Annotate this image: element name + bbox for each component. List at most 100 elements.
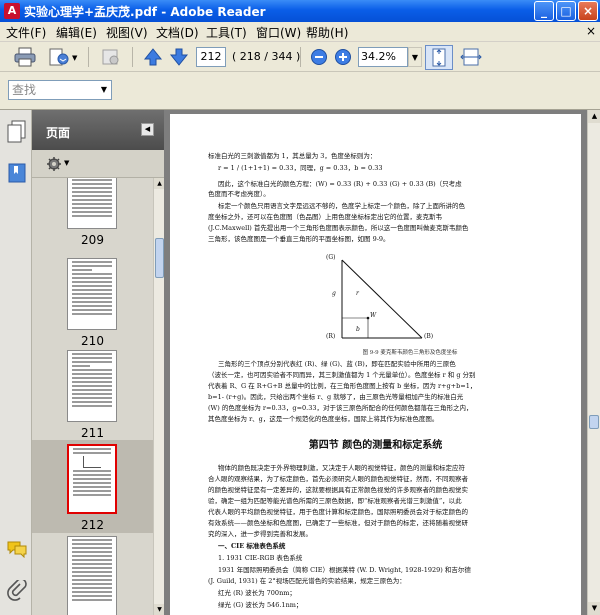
menu-tools[interactable]: 工具(T) [206, 24, 247, 41]
figure-label-b-vertex: (B) [424, 333, 434, 340]
doc-text-line: r = 1 / (1+1+1) = 0.33，同理，g = 0.33，b = 0… [218, 164, 383, 172]
thumbnail-page [67, 536, 117, 615]
panel-title: 页面 [46, 126, 71, 140]
navigation-strip [0, 110, 32, 615]
collapse-panel-icon[interactable]: ◀ [141, 123, 154, 136]
menu-edit[interactable]: 编辑(E) [56, 24, 97, 41]
fit-width-icon[interactable] [458, 45, 484, 69]
separator [88, 47, 89, 67]
scroll-up-icon[interactable]: ▲ [588, 110, 600, 123]
thumbnail-label: 212 [81, 518, 104, 532]
thumbnail-label: 211 [81, 426, 104, 440]
menu-bar: 文件(F) 编辑(E) 视图(V) 文档(D) 工具(T) 窗口(W) 帮助(H… [0, 22, 600, 42]
doc-text-line: 色度而不考虑亮度）。 [208, 190, 270, 198]
doc-text-line: (J. Guild, 1931) 在 2°视场匹配光谱色的实验结果，规定三原色为… [208, 577, 406, 585]
pages-panel: 页面 ◀ ▼ 209 210 211 212 ▲ ▼ [32, 110, 165, 615]
doc-text-line: 1931 年国际照明委员会（简称 CIE）根据莱特 (W. D. Wright,… [218, 566, 471, 574]
doc-text-line: 代表人眼的平均颜色视觉特征，用于色度计算和标定颜色，国际照明委员会对于标定颜色的 [208, 508, 468, 516]
doc-text-line: 其色度坐标为 r、g，这是一个规范化的色度坐标，国际上将其作为标准色度图。 [208, 415, 439, 423]
menu-view[interactable]: 视图(V) [106, 24, 148, 41]
doc-text-line: 物体的颜色既决定于外界物理刺激，又决定于人眼的视觉特征，颜色的测量和标定应符 [218, 464, 465, 472]
pdf-page: 标准白光的三刺激值都为 1，其总量为 3，色度坐标则为： r = 1 / (1+… [170, 114, 581, 615]
separator [132, 47, 133, 67]
doc-text-line: 三角形的三个顶点分别代表红 (R)、绿 (G)、蓝 (B)，即在匹配实验中所用的… [218, 360, 456, 368]
window-title: 实验心理学+孟庆茂.pdf - Adobe Reader [24, 5, 266, 19]
document-scrollbar[interactable]: ▲ ▼ [587, 110, 600, 615]
minimize-button[interactable]: _ [534, 1, 554, 21]
close-button[interactable]: × [578, 1, 598, 21]
menu-window[interactable]: 窗口(W) [256, 24, 301, 41]
prev-page-icon[interactable] [140, 45, 166, 69]
thumbnail-page-selected [67, 444, 117, 514]
zoom-dropdown-icon[interactable]: ▼ [408, 47, 422, 67]
options-gear-icon[interactable] [46, 156, 62, 175]
menu-file[interactable]: 文件(F) [6, 24, 46, 41]
next-page-icon[interactable] [166, 45, 192, 69]
page-count: ( 218 / 344 ) [232, 50, 301, 63]
thumbnail-scrollbar[interactable]: ▲ ▼ [153, 178, 165, 615]
maximize-button[interactable]: □ [556, 1, 576, 21]
doc-text-line: 三角形，该色度图是一个垂直三角形的平面坐标图，如图 9-9。 [208, 235, 390, 243]
options-dropdown-icon[interactable]: ▼ [64, 159, 69, 167]
doc-text-line: 验，确定一组为匹配等能光谱色所需的三原色数据，即“标准观察者光谱三刺激值”，以此 [208, 497, 462, 505]
color-triangle-figure [341, 259, 423, 339]
scroll-thumb[interactable] [589, 415, 599, 429]
doc-text-line: 度坐标之外，还可以在色度图（色品图）上用色度坐标标定出它的位置，麦克斯韦 [208, 213, 442, 221]
attachments-icon[interactable] [6, 578, 28, 602]
doc-text-line: b=1- (r+g)。因此，只给出两个坐标 r、g 就够了，由三原色光等量相加产… [208, 393, 464, 401]
figure-label-g-vertex: (G) [326, 254, 336, 261]
doc-text-line: 合人眼的观察结果，为了标定颜色，首先必须研究人眼的颜色视觉特征，然而，不同观察者 [208, 475, 468, 483]
thumbnail-label: 210 [81, 334, 104, 348]
doc-text-line: 有效系统——颜色坐标和色度图，已确定了一些标准，但对于颜色的标定，还将随着视觉研 [208, 519, 468, 527]
doc-text-line: （波长一定，也可因实验者不同而异，其三刺激值都为 1 个光量单位）。色度坐标 r… [208, 371, 476, 379]
panel-options-bar: ▼ [32, 150, 164, 178]
doc-text-line: 因此，这个标准白光的颜色方程：(W) = 0.33 (R) + 0.33 (G)… [218, 180, 462, 188]
doc-text-line: 绿光 (G) 波长为 546.1nm； [218, 601, 303, 609]
zoom-out-icon[interactable] [306, 45, 332, 69]
figure-label-r-vertex: (R) [326, 333, 336, 340]
doc-text-line: (J.C.Maxwell) 首先提出用一个三角形色度图表示颜色，所以这一色度图叫… [208, 224, 469, 232]
current-page-input[interactable]: 212 [196, 47, 226, 67]
title-bar: A 实验心理学+孟庆茂.pdf - Adobe Reader _ □ × [0, 0, 600, 22]
doc-text-line: 红光 (R) 波长为 700nm； [218, 589, 296, 597]
figure-label-w: W [370, 312, 377, 319]
search-bar: 查找 ▼ [0, 72, 600, 110]
doc-text-line: 标准白光的三刺激值都为 1，其总量为 3，色度坐标则为： [208, 152, 377, 160]
panel-header: 页面 ◀ [32, 110, 164, 150]
search-dropdown-icon[interactable]: ▼ [98, 81, 110, 99]
doc-text-line: 究的深入，进一步得到完善和发展。 [208, 530, 312, 538]
search-input[interactable]: 查找 [8, 80, 112, 100]
thumbnail-page [67, 350, 117, 422]
toolbar: ▼ 212 ( 218 / 344 ) 34.2% ▼ [0, 42, 600, 72]
figure-label-b: b [356, 326, 360, 333]
bookmarks-icon[interactable] [6, 162, 28, 184]
collaborate-icon[interactable] [98, 45, 124, 69]
adobe-reader-icon: A [4, 3, 20, 19]
email-icon[interactable] [46, 45, 72, 69]
doc-subheading: 一、CIE 标准表色系统 [218, 542, 286, 550]
doc-text-line: 的颜色视觉特征是有一定差异的，这就要根据具有正常颜色视觉的许多观察者的颜色视觉实 [208, 486, 468, 494]
section-heading: 第四节 颜色的测量和标定系统 [308, 440, 443, 451]
doc-subheading: 1. 1931 CIE-RGB 表色系统 [218, 554, 303, 562]
figure-label-g: g [332, 290, 336, 297]
print-icon[interactable] [12, 45, 38, 69]
doc-text-line: (W) 的色度坐标为 r=0.33，g=0.33，对于该三原色所配合的任何颜色都… [208, 404, 473, 412]
scroll-thumb[interactable] [155, 238, 164, 278]
pages-icon[interactable] [6, 120, 28, 143]
doc-text-line: 标定一个颜色只用语言文字是远远不够的，色度学上标定一个颜色，除了上面所讲的色 [218, 202, 465, 210]
thumbnail-list: 209 210 211 212 [32, 178, 153, 615]
comments-icon[interactable] [6, 540, 28, 562]
thumbnail-page [67, 258, 117, 330]
zoom-in-icon[interactable] [330, 45, 356, 69]
fit-page-icon[interactable] [425, 45, 453, 70]
thumbnail-label: 209 [81, 233, 104, 247]
figure-caption: 图 9-9 麦克斯韦颜色三角形及色度坐标 [362, 350, 458, 356]
figure-label-r: r [356, 290, 359, 297]
menu-help[interactable]: 帮助(H) [306, 24, 348, 41]
scroll-down-icon[interactable]: ▼ [588, 602, 600, 615]
doc-text-line: 代表着 R、G 在 R+G+B 总量中的比例，在三角形色度图上按有 b 坐标，因… [208, 382, 477, 390]
document-view: 标准白光的三刺激值都为 1，其总量为 3，色度坐标则为： r = 1 / (1+… [164, 110, 587, 615]
zoom-input[interactable]: 34.2% [358, 47, 408, 67]
document-close-icon[interactable]: × [586, 24, 596, 38]
menu-document[interactable]: 文档(D) [156, 24, 199, 41]
